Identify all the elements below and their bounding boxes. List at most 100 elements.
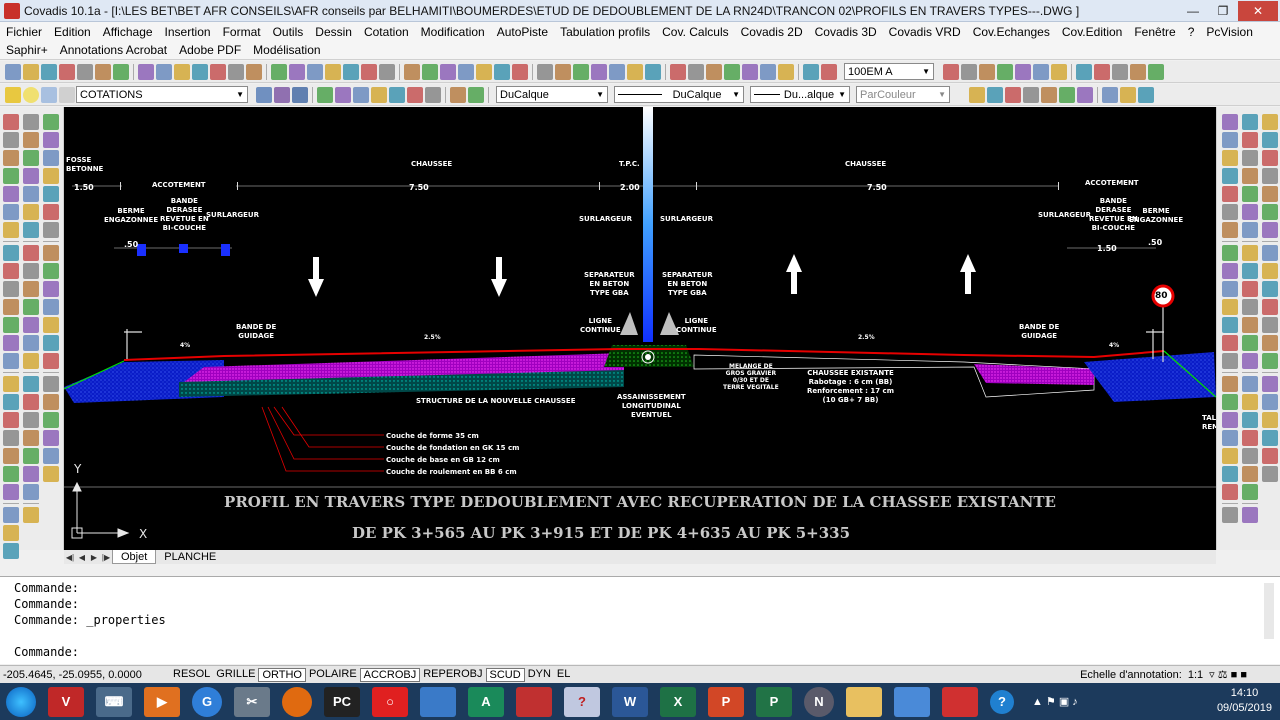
- std-toolbar-icon-15[interactable]: [289, 63, 305, 80]
- view-toolbar-icon-5[interactable]: [1033, 63, 1049, 80]
- modify-tool-icon-4[interactable]: [23, 186, 39, 202]
- layout-toolbar-icon-3[interactable]: [1023, 86, 1039, 103]
- menu-item-9[interactable]: AutoPiste: [491, 25, 554, 39]
- layer-manager-icon[interactable]: [5, 86, 21, 103]
- std-toolbar-icon-17[interactable]: [325, 63, 341, 80]
- minimize-button[interactable]: —: [1178, 1, 1208, 21]
- std-toolbar-icon-4[interactable]: [77, 63, 93, 80]
- taskbar-screen-icon[interactable]: [894, 686, 930, 717]
- std-toolbar-icon-14[interactable]: [271, 63, 287, 80]
- std-toolbar-icon-36[interactable]: [688, 63, 704, 80]
- covadis-left-tool-icon-17[interactable]: [43, 430, 59, 446]
- menu-item-extra-1[interactable]: Annotations Acrobat: [54, 43, 173, 57]
- close-button[interactable]: ✕: [1238, 0, 1278, 21]
- std-toolbar-icon-5[interactable]: [95, 63, 111, 80]
- covadis-extra-tool-icon-12[interactable]: [1262, 335, 1278, 351]
- modify-tool-icon-8[interactable]: [23, 263, 39, 279]
- covadis-edit-tool-icon-8[interactable]: [1242, 263, 1258, 279]
- covadis-extra-tool-icon-17[interactable]: [1262, 430, 1278, 446]
- covadis-left-tool-icon-5[interactable]: [43, 204, 59, 220]
- modify-tool-icon-19[interactable]: [23, 466, 39, 482]
- std-toolbar-icon-40[interactable]: [760, 63, 776, 80]
- draw-tool-icon-3[interactable]: [3, 168, 19, 184]
- covadis-left-tool-icon-2[interactable]: [43, 150, 59, 166]
- toggle-ortho[interactable]: ORTHO: [258, 667, 306, 682]
- covadis-edit-tool-icon-13[interactable]: [1242, 353, 1258, 369]
- covadis-left-tool-icon-0[interactable]: [43, 114, 59, 130]
- covadis-edit-tool-icon-7[interactable]: [1242, 245, 1258, 261]
- covadis-edit-tool-icon-11[interactable]: [1242, 317, 1258, 333]
- sun-icon[interactable]: [41, 86, 57, 103]
- layer-match-icon[interactable]: [274, 86, 290, 103]
- draw-tool-icon-19[interactable]: [3, 466, 19, 482]
- covadis-left-tool-icon-16[interactable]: [43, 412, 59, 428]
- covadis-extra-tool-icon-4[interactable]: [1262, 186, 1278, 202]
- draw-tool-icon-23[interactable]: [3, 543, 19, 559]
- view-toolbar-icon-11[interactable]: [1148, 63, 1164, 80]
- std-toolbar-icon-35[interactable]: [670, 63, 686, 80]
- std-toolbar-icon-3[interactable]: [59, 63, 75, 80]
- layout-toolbar-icon-4[interactable]: [1041, 86, 1057, 103]
- view-toolbar-icon-6[interactable]: [1051, 63, 1067, 80]
- std-toolbar-icon-33[interactable]: [627, 63, 643, 80]
- view-toolbar-icon-7[interactable]: [1076, 63, 1092, 80]
- covadis-right-tool-icon-0[interactable]: [1222, 114, 1238, 130]
- color-combo[interactable]: DuCalque ▼: [496, 86, 608, 103]
- taskbar-powerpoint-icon[interactable]: P: [708, 686, 744, 717]
- zoom-toolbar-icon-3[interactable]: [371, 86, 387, 103]
- modify-tool-icon-21[interactable]: [23, 507, 39, 523]
- covadis-right-tool-icon-5[interactable]: [1222, 204, 1238, 220]
- menu-item-3[interactable]: Insertion: [159, 25, 217, 39]
- toggle-accrobj[interactable]: ACCROBJ: [359, 667, 421, 682]
- std-toolbar-icon-13[interactable]: [246, 63, 262, 80]
- covadis-left-tool-icon-11[interactable]: [43, 317, 59, 333]
- std-toolbar-icon-8[interactable]: [156, 63, 172, 80]
- covadis-right-tool-icon-20[interactable]: [1222, 484, 1238, 500]
- std-toolbar-icon-39[interactable]: [742, 63, 758, 80]
- layer-isolate-icon[interactable]: [292, 86, 308, 103]
- menu-item-19[interactable]: PcVision: [1200, 25, 1258, 39]
- taskbar-acrobat-icon[interactable]: [942, 686, 978, 717]
- menu-item-5[interactable]: Outils: [267, 25, 310, 39]
- light-bulb-icon[interactable]: [23, 86, 39, 103]
- covadis-extra-tool-icon-14[interactable]: [1262, 376, 1278, 392]
- covadis-right-tool-icon-7[interactable]: [1222, 245, 1238, 261]
- toggle-grille[interactable]: GRILLE: [213, 668, 258, 682]
- status-tray-icons[interactable]: ▿ ⚖ ■ ■: [1206, 668, 1250, 681]
- covadis-edit-tool-icon-4[interactable]: [1242, 186, 1258, 202]
- menu-item-1[interactable]: Edition: [48, 25, 97, 39]
- toggle-scud[interactable]: SCUD: [485, 667, 525, 682]
- linetype-combo[interactable]: DuCalque ▼: [614, 86, 744, 103]
- draw-tool-icon-18[interactable]: [3, 448, 19, 464]
- draw-tool-icon-5[interactable]: [3, 204, 19, 220]
- view-toolbar-icon-3[interactable]: [997, 63, 1013, 80]
- std-toolbar-icon-7[interactable]: [138, 63, 154, 80]
- taskbar-tools-icon[interactable]: ✂: [234, 686, 270, 717]
- covadis-right-tool-icon-13[interactable]: [1222, 353, 1238, 369]
- view-toolbar-icon-8[interactable]: [1094, 63, 1110, 80]
- taskbar-word-icon[interactable]: W: [612, 686, 648, 717]
- covadis-extra-tool-icon-10[interactable]: [1262, 299, 1278, 315]
- std-toolbar-icon-38[interactable]: [724, 63, 740, 80]
- layout-toolbar-icon-1[interactable]: [987, 86, 1003, 103]
- std-toolbar-icon-22[interactable]: [422, 63, 438, 80]
- modify-tool-icon-12[interactable]: [23, 335, 39, 351]
- zoom-toolbar-icon-0[interactable]: [317, 86, 333, 103]
- zoom-toolbar-icon-4[interactable]: [389, 86, 405, 103]
- menu-item-15[interactable]: Cov.Echanges: [967, 25, 1056, 39]
- draw-tool-icon-17[interactable]: [3, 430, 19, 446]
- std-toolbar-icon-29[interactable]: [555, 63, 571, 80]
- taskbar-explorer-icon[interactable]: [846, 686, 882, 717]
- zoom-toolbar-icon-8[interactable]: [468, 86, 484, 103]
- modify-tool-icon-3[interactable]: [23, 168, 39, 184]
- std-toolbar-icon-32[interactable]: [609, 63, 625, 80]
- covadis-right-tool-icon-12[interactable]: [1222, 335, 1238, 351]
- covadis-left-tool-icon-12[interactable]: [43, 335, 59, 351]
- covadis-extra-tool-icon-16[interactable]: [1262, 412, 1278, 428]
- menu-item-16[interactable]: Cov.Edition: [1056, 25, 1128, 39]
- covadis-extra-tool-icon-5[interactable]: [1262, 204, 1278, 220]
- std-toolbar-icon-12[interactable]: [228, 63, 244, 80]
- draw-tool-icon-20[interactable]: [3, 484, 19, 500]
- scale-combo[interactable]: 100EM A ▼: [844, 63, 934, 80]
- tray-icons[interactable]: ▲ ⚑ ▣ ♪: [1032, 695, 1078, 708]
